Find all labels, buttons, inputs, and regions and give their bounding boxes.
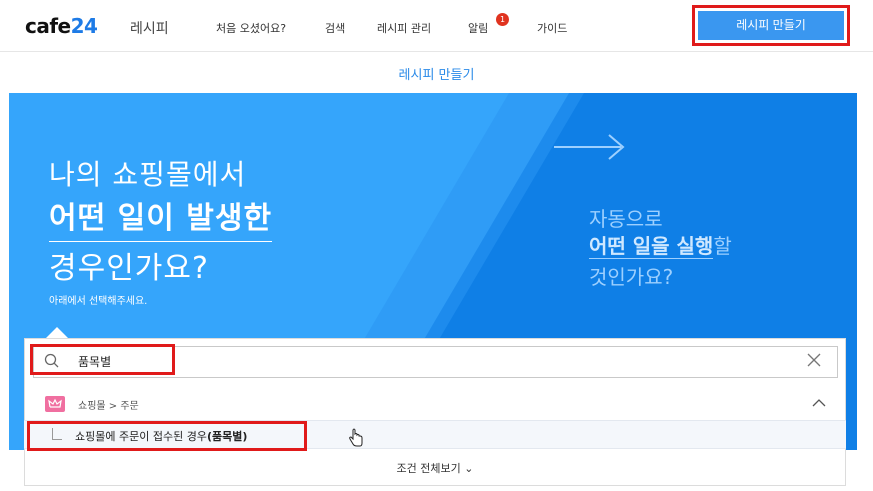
chevron-up-icon[interactable] — [811, 397, 827, 409]
category-label: 쇼핑몰 > 주문 — [78, 401, 139, 412]
nav-search[interactable]: 검색 — [325, 20, 345, 36]
banner-right-line-3: 것인가요? — [589, 265, 674, 289]
panel-pointer — [46, 327, 68, 338]
view-all-label: 조건 전체보기 — [396, 462, 461, 475]
logo-text: cafe — [25, 14, 71, 38]
hand-cursor-icon — [349, 428, 363, 447]
logo-subtitle: 레시피 — [130, 21, 169, 37]
logo-number: 24 — [70, 14, 98, 38]
cafe24-logo[interactable]: cafe24 — [25, 14, 98, 38]
nav-notifications[interactable]: 알림 — [468, 20, 488, 36]
chevron-down-icon: ⌄ — [464, 462, 474, 475]
category-row[interactable]: 쇼핑몰 > 주문 — [24, 388, 846, 418]
top-header: cafe24 레시피 처음 오셨어요? 검색 레시피 관리 알림 1 가이드 레… — [0, 0, 873, 52]
nav-guide[interactable]: 가이드 — [537, 20, 567, 36]
banner-right-line-2: 어떤 일을 실행할 — [589, 230, 732, 259]
create-recipe-button[interactable]: 레시피 만들기 — [698, 11, 844, 40]
notification-badge: 1 — [496, 13, 509, 26]
banner-right-line-2-rest: 할 — [713, 234, 732, 258]
result-highlight — [27, 421, 307, 451]
nav-first-visit[interactable]: 처음 오셨어요? — [216, 20, 286, 36]
page-title: 레시피 만들기 — [398, 68, 475, 83]
banner-right-line-1: 자동으로 — [589, 207, 663, 231]
nav-recipe-manage[interactable]: 레시피 관리 — [377, 20, 431, 36]
search-highlight — [30, 344, 175, 375]
banner-line-1: 나의 쇼핑몰에서 — [49, 158, 247, 191]
arrow-right-icon — [554, 134, 625, 160]
banner-line-2: 어떤 일이 발생한 — [49, 193, 273, 242]
banner-line-3: 경우인가요? — [49, 251, 209, 286]
shopping-mall-icon — [45, 396, 65, 412]
crown-icon — [48, 398, 62, 408]
view-all-conditions-button[interactable]: 조건 전체보기 ⌄ — [24, 452, 846, 486]
banner-right-line-2-main: 어떤 일을 실행 — [589, 234, 714, 259]
banner-hint: 아래에서 선택해주세요. — [49, 296, 148, 307]
create-button-highlight: 레시피 만들기 — [692, 5, 850, 46]
close-icon[interactable] — [805, 351, 823, 369]
